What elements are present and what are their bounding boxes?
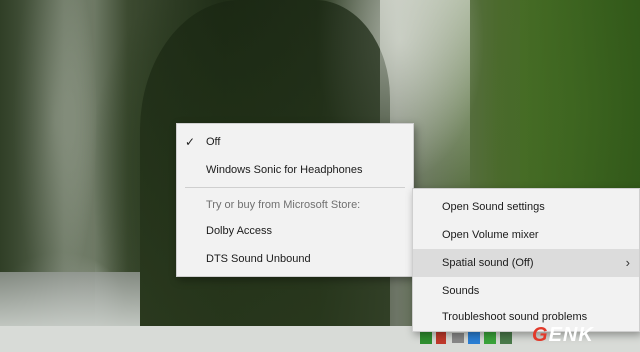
spatial-option-dolby-access[interactable]: Dolby Access bbox=[177, 217, 413, 245]
water-pool bbox=[0, 272, 140, 326]
store-heading-label: Try or buy from Microsoft Store: bbox=[206, 199, 361, 211]
spatial-option-label: Off bbox=[206, 136, 221, 148]
spatial-option-dts-sound-unbound[interactable]: DTS Sound Unbound bbox=[177, 245, 413, 273]
sound-context-menu: Open Sound settings Open Volume mixer Sp… bbox=[412, 188, 640, 332]
system-tray bbox=[420, 330, 530, 346]
watermark-rest: ENK bbox=[548, 324, 594, 346]
menu-item-label: Sounds bbox=[442, 285, 480, 297]
watermark-prefix: G bbox=[532, 324, 549, 346]
menu-item-label: Open Sound settings bbox=[442, 201, 545, 213]
menu-item-spatial-sound[interactable]: Spatial sound (Off) › bbox=[413, 249, 639, 277]
spatial-option-off[interactable]: ✓ Off bbox=[177, 128, 413, 156]
drive-icon[interactable] bbox=[452, 333, 464, 343]
spatial-sound-menu: ✓ Off Windows Sonic for Headphones Try o… bbox=[176, 123, 414, 277]
menu-item-troubleshoot-sound[interactable]: Troubleshoot sound problems bbox=[413, 303, 639, 331]
menu-item-sounds[interactable]: Sounds bbox=[413, 277, 639, 305]
menu-item-open-sound-settings[interactable]: Open Sound settings bbox=[413, 193, 639, 221]
menu-item-label: Spatial sound (Off) bbox=[442, 257, 534, 269]
spatial-option-label: DTS Sound Unbound bbox=[206, 253, 311, 265]
genk-watermark-logo: GENK bbox=[532, 324, 594, 347]
spatial-option-windows-sonic[interactable]: Windows Sonic for Headphones bbox=[177, 156, 413, 184]
canyon-wall-right bbox=[520, 0, 640, 190]
spatial-option-label: Windows Sonic for Headphones bbox=[206, 164, 363, 176]
menu-item-label: Open Volume mixer bbox=[442, 229, 539, 241]
menu-separator bbox=[185, 187, 405, 188]
chevron-right-icon: › bbox=[625, 255, 630, 270]
store-heading: Try or buy from Microsoft Store: bbox=[177, 191, 413, 219]
spatial-option-label: Dolby Access bbox=[206, 225, 273, 237]
app-tray-icon[interactable] bbox=[468, 330, 480, 344]
wifi-icon[interactable] bbox=[500, 330, 512, 344]
checkmark-icon: ✓ bbox=[185, 135, 196, 149]
menu-item-open-volume-mixer[interactable]: Open Volume mixer bbox=[413, 221, 639, 249]
security-icon[interactable] bbox=[436, 330, 446, 344]
status-tray-icon[interactable] bbox=[484, 330, 496, 344]
network-icon[interactable] bbox=[420, 330, 432, 344]
